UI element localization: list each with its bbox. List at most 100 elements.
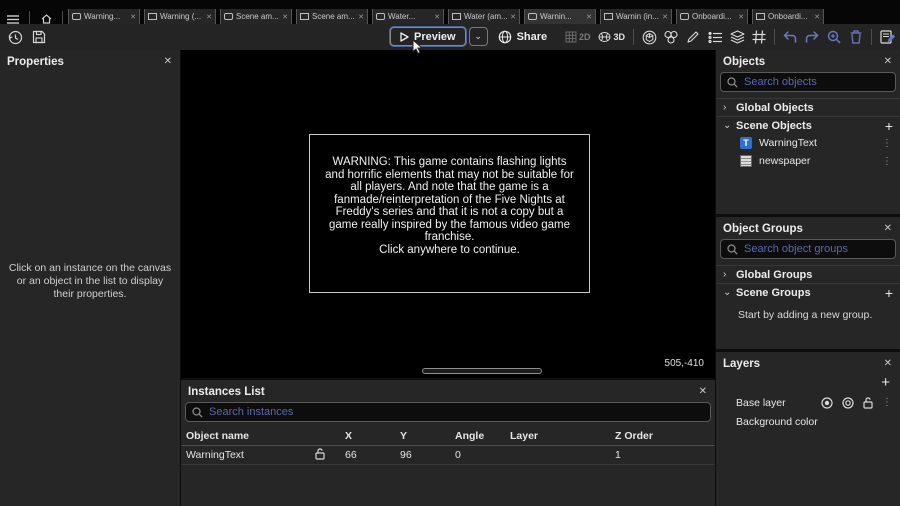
groups-search[interactable] — [720, 239, 896, 259]
scene-objects-section[interactable]: ⌄ Scene Objects + — [716, 116, 900, 134]
instances-search-input[interactable] — [209, 406, 704, 418]
tab-close-icon[interactable]: ✕ — [358, 13, 364, 21]
tab-separator — [29, 11, 30, 24]
chevron-right-icon: › — [723, 269, 727, 280]
chevron-right-icon: › — [723, 102, 727, 113]
more-options-icon[interactable]: ⋮ — [882, 138, 892, 149]
close-icon[interactable]: ✕ — [884, 57, 892, 67]
tab-close-icon[interactable]: ✕ — [510, 13, 516, 21]
instance-angle: 0 — [455, 449, 461, 461]
lock-toggle[interactable] — [315, 447, 345, 463]
layers-panel: Layers ✕ + Base layer ⋮ Background color — [716, 352, 900, 506]
toolbar: Preview ⌄ Share 2D 3D — [0, 24, 900, 50]
grid-button[interactable] — [748, 27, 770, 47]
toggle-2d-button[interactable]: 2D — [561, 31, 595, 43]
tab-scene-1[interactable]: Warning... ✕ — [68, 9, 140, 24]
layer-row-background-color[interactable]: Background color — [716, 412, 900, 431]
mesh-3d-icon — [599, 32, 611, 42]
project-manager-button[interactable] — [0, 9, 26, 24]
scene-properties-button[interactable] — [876, 27, 898, 47]
preview-options-button[interactable]: ⌄ — [468, 27, 488, 46]
instances-list-panel: Instances List ✕ Object name X Y Angle L… — [181, 380, 715, 506]
edit-scene-button[interactable] — [682, 27, 704, 47]
list-icon — [707, 31, 722, 43]
tab-scene-2[interactable]: Scene am... ✕ — [220, 9, 292, 24]
instances-search[interactable] — [185, 402, 711, 422]
add-group-icon[interactable]: + — [885, 286, 893, 300]
properties-panel: Properties ✕ Click on an instance on the… — [0, 50, 180, 506]
scene-tab-icon — [376, 13, 385, 20]
events-tab-icon — [148, 13, 157, 20]
tab-scene-5[interactable]: Onboardi... ✕ — [676, 9, 748, 24]
tab-scene-3[interactable]: Water... ✕ — [372, 9, 444, 24]
events-tab-icon — [300, 13, 309, 20]
add-object-button[interactable] — [638, 27, 660, 47]
history-button[interactable] — [4, 27, 26, 47]
instance-zorder: 1 — [615, 449, 621, 461]
layer-row-base[interactable]: Base layer ⋮ — [716, 393, 900, 412]
unlock-icon — [315, 447, 325, 460]
scene-tab-icon — [528, 13, 537, 20]
global-objects-section[interactable]: › Global Objects — [716, 98, 900, 116]
groups-search-input[interactable] — [744, 243, 889, 255]
tab-close-icon[interactable]: ✕ — [586, 13, 592, 21]
tab-events-1[interactable]: Warning (... ✕ — [144, 9, 216, 24]
edit-document-icon — [879, 30, 895, 44]
grid-2d-icon — [565, 31, 577, 43]
close-icon[interactable]: ✕ — [699, 387, 707, 397]
more-options-icon[interactable]: ⋮ — [882, 397, 892, 408]
list-item-warningtext[interactable]: T WarningText ⋮ — [716, 134, 900, 152]
tab-scene-4[interactable]: Warnin... ✕ — [524, 9, 596, 24]
delete-button[interactable] — [845, 27, 867, 47]
zoom-button[interactable] — [823, 27, 845, 47]
tab-events-5[interactable]: Onboardi... ✕ — [752, 9, 824, 24]
scene-groups-section[interactable]: ⌄ Scene Groups + — [716, 283, 900, 301]
tab-separator — [62, 11, 63, 24]
close-icon[interactable]: ✕ — [884, 224, 892, 234]
instances-list-button[interactable] — [704, 27, 726, 47]
toggle-3d-button[interactable]: 3D — [594, 31, 629, 43]
tab-close-icon[interactable]: ✕ — [130, 13, 136, 21]
instance-selection-warning-text[interactable]: WARNING: This game contains flashing lig… — [309, 134, 590, 293]
active-layer-icon[interactable] — [821, 396, 833, 409]
tab-home[interactable] — [33, 9, 59, 24]
objects-search[interactable] — [720, 72, 896, 92]
share-button[interactable]: Share — [498, 30, 547, 44]
close-icon[interactable]: ✕ — [884, 359, 892, 369]
tab-events-3[interactable]: Water (am... ✕ — [448, 9, 520, 24]
global-groups-section[interactable]: › Global Groups — [716, 265, 900, 283]
save-button[interactable] — [28, 27, 50, 47]
scene-canvas[interactable]: WARNING: This game contains flashing lig… — [181, 50, 715, 378]
add-object-icon[interactable]: + — [885, 119, 893, 133]
tab-close-icon[interactable]: ✕ — [434, 13, 440, 21]
objects-panel: Objects ✕ › Global Objects ⌄ Scene Objec… — [716, 50, 900, 214]
horizontal-scrollbar[interactable] — [422, 368, 542, 374]
undo-icon — [783, 31, 797, 43]
tab-events-2[interactable]: Scene am... ✕ — [296, 9, 368, 24]
close-icon[interactable]: ✕ — [164, 57, 172, 67]
list-item-newspaper[interactable]: newspaper ⋮ — [716, 152, 900, 170]
layers-panel-title: Layers — [723, 358, 761, 370]
tab-close-icon[interactable]: ✕ — [814, 13, 820, 21]
add-layer-button[interactable]: + — [881, 375, 890, 390]
undo-button[interactable] — [779, 27, 801, 47]
objects-groups-button[interactable] — [660, 27, 682, 47]
objects-search-input[interactable] — [744, 76, 889, 88]
tab-close-icon[interactable]: ✕ — [282, 13, 288, 21]
visibility-icon[interactable] — [842, 396, 854, 409]
tab-close-icon[interactable]: ✕ — [206, 13, 212, 21]
instance-name: WarningText — [186, 449, 244, 461]
more-options-icon[interactable]: ⋮ — [882, 156, 892, 167]
main-area: Properties ✕ Click on an instance on the… — [0, 50, 900, 506]
instance-y: 96 — [400, 449, 412, 461]
tab-events-4[interactable]: Warnin (in... ✕ — [600, 9, 672, 24]
preview-button[interactable]: Preview — [390, 27, 466, 46]
layers-button[interactable] — [726, 27, 748, 47]
unlock-icon[interactable] — [863, 396, 873, 409]
tab-close-icon[interactable]: ✕ — [738, 13, 744, 21]
table-row[interactable]: WarningText 66 96 0 1 — [181, 446, 715, 465]
layers-icon — [729, 30, 745, 44]
tab-close-icon[interactable]: ✕ — [662, 13, 668, 21]
redo-button[interactable] — [801, 27, 823, 47]
tab-bar: Warning... ✕ Warning (... ✕ Scene am... … — [0, 0, 900, 24]
